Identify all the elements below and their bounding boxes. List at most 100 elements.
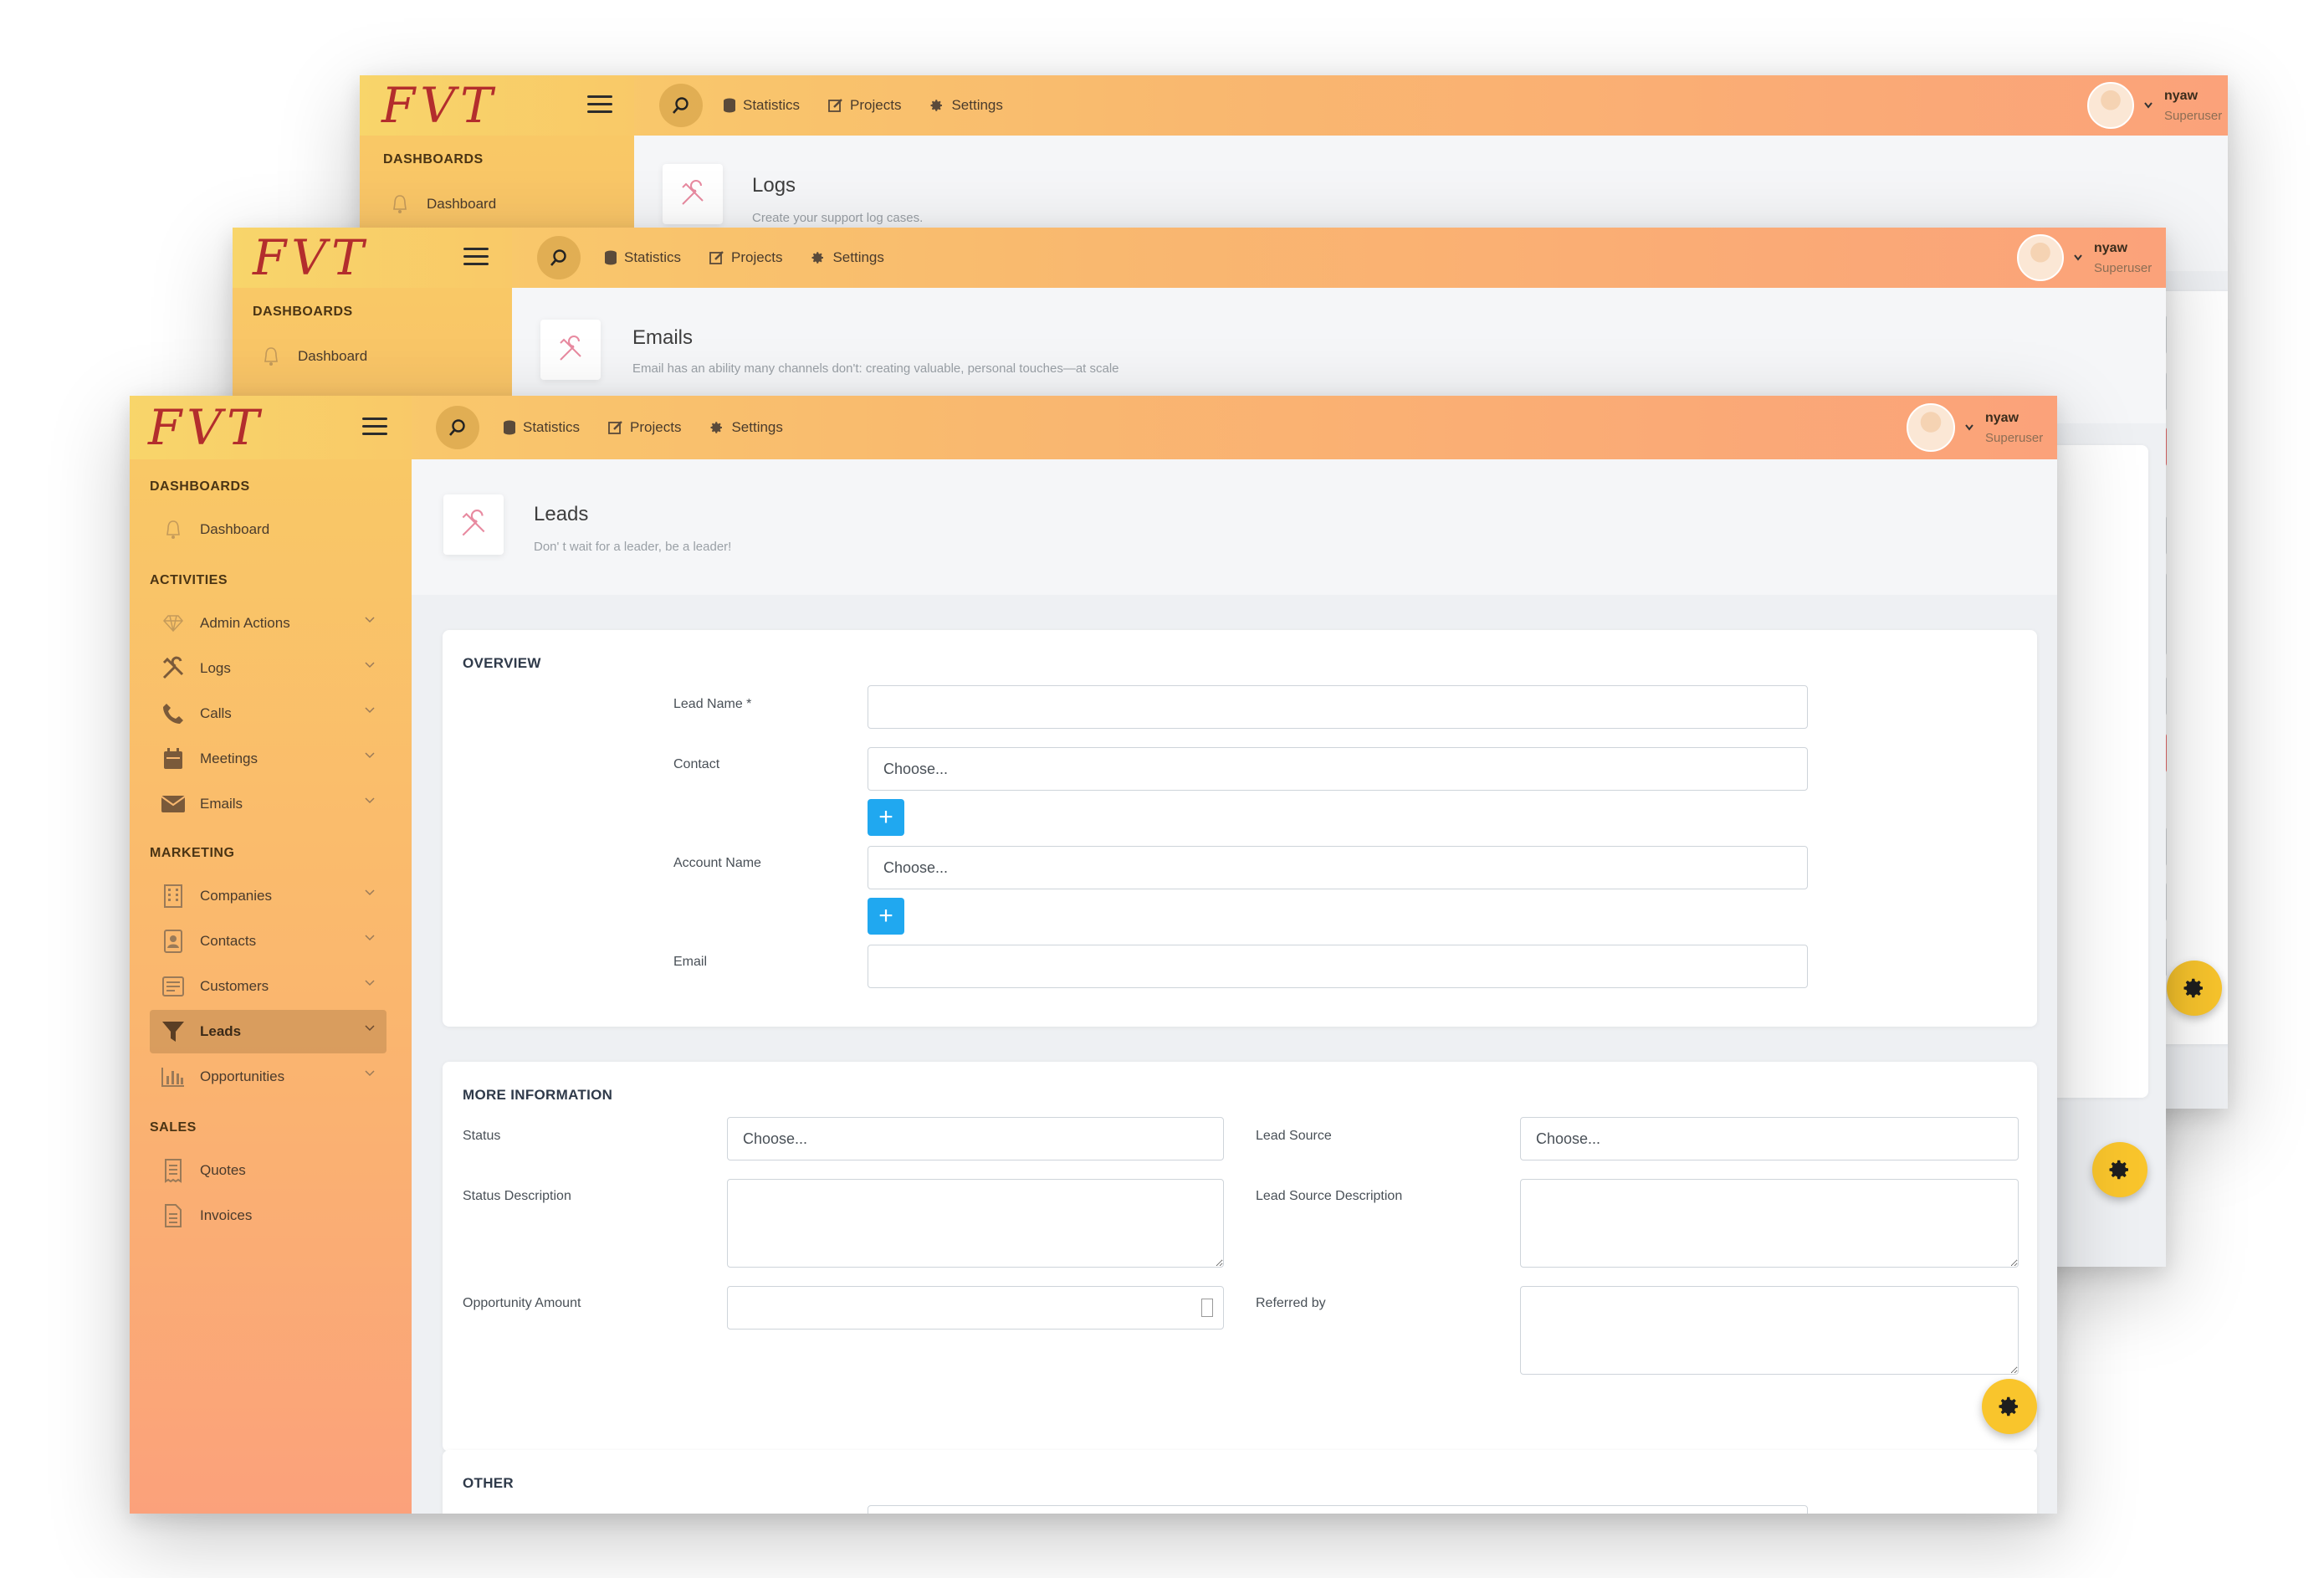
lead-name-input[interactable] xyxy=(868,685,1808,729)
nav-projects[interactable]: Projects xyxy=(709,249,782,266)
menu-toggle-icon[interactable] xyxy=(587,95,612,115)
page-title: Logs xyxy=(752,174,796,197)
status-description-textarea[interactable] xyxy=(727,1179,1224,1268)
add-contact-button[interactable]: + xyxy=(868,799,904,836)
sidebar-item-emails[interactable]: Emails xyxy=(150,782,386,826)
section-sales: SALES xyxy=(150,1120,197,1135)
user-role: Superuser xyxy=(2164,108,2223,123)
page-title: Leads xyxy=(534,503,589,525)
page-title: Emails xyxy=(632,326,694,349)
add-account-button[interactable]: + xyxy=(868,898,904,935)
user-role: Superuser xyxy=(1985,430,2044,445)
chevron-down-icon xyxy=(1965,424,1973,431)
account-name-select[interactable]: Choose... xyxy=(868,846,1808,889)
avatar[interactable] xyxy=(1907,403,1955,452)
page-subtitle: Email has an ability many channels don't… xyxy=(632,361,1119,376)
search-button[interactable] xyxy=(537,236,581,279)
funnel-icon xyxy=(160,1018,187,1045)
id-badge-icon xyxy=(160,973,187,1000)
database-icon xyxy=(504,420,515,435)
sidebar-item-logs[interactable]: Logs xyxy=(150,647,386,690)
sidebar-item-customers[interactable]: Customers xyxy=(150,965,386,1008)
menu-toggle-icon[interactable] xyxy=(463,248,489,268)
top-header: FVT Statistics Projects Settings nyaw Su… xyxy=(130,396,2057,459)
nav-statistics[interactable]: Statistics xyxy=(503,419,580,436)
section-marketing: MARKETING xyxy=(150,846,235,860)
other-card: OTHER xyxy=(443,1450,2037,1514)
search-icon xyxy=(673,97,688,114)
sidebar-item-companies[interactable]: Companies xyxy=(150,874,386,918)
contact-select[interactable]: Choose... xyxy=(868,747,1808,791)
user-name: nyaw xyxy=(2164,88,2199,103)
settings-fab[interactable] xyxy=(1982,1379,2037,1434)
top-header: FVT Statistics Projects Settings nyaw Su… xyxy=(233,228,2166,288)
nav-settings[interactable]: Settings xyxy=(929,97,1003,114)
calendar-icon xyxy=(160,745,187,772)
phone-icon xyxy=(160,700,187,727)
other-input[interactable] xyxy=(868,1505,1808,1514)
nav-projects[interactable]: Projects xyxy=(828,97,901,114)
sidebar-item-meetings[interactable]: Meetings xyxy=(150,737,386,781)
nav-statistics[interactable]: Statistics xyxy=(723,97,800,114)
nav-settings[interactable]: Settings xyxy=(811,249,884,266)
nav-settings[interactable]: Settings xyxy=(709,419,783,436)
avatar[interactable] xyxy=(2087,82,2134,129)
sidebar: DASHBOARDS Dashboard ACTIVITIES Admin Ac… xyxy=(130,459,412,1514)
lead-source-description-textarea[interactable] xyxy=(1520,1179,2019,1268)
envelope-icon xyxy=(160,791,187,817)
lead-source-description-label: Lead Source Description xyxy=(1256,1189,1403,1203)
lead-source-label: Lead Source xyxy=(1256,1129,1332,1143)
chevron-down-icon xyxy=(365,1025,375,1032)
sidebar-item-invoices[interactable]: Invoices xyxy=(150,1194,386,1237)
overview-card: OVERVIEW Lead Name * Contact Choose... +… xyxy=(443,630,2037,1027)
sidebar-item-leads[interactable]: Leads xyxy=(150,1010,386,1053)
nav-projects[interactable]: Projects xyxy=(608,419,681,436)
sidebar-item-admin-actions[interactable]: Admin Actions xyxy=(150,602,386,645)
chevron-down-icon xyxy=(2144,102,2153,109)
account-name-label: Account Name xyxy=(673,856,761,870)
search-button[interactable] xyxy=(436,406,479,449)
contact-label: Contact xyxy=(673,757,720,771)
chevron-down-icon xyxy=(365,662,375,669)
building-icon xyxy=(160,883,187,909)
sidebar-item-contacts[interactable]: Contacts xyxy=(150,920,386,963)
sidebar-item-dashboard[interactable]: Dashboard xyxy=(248,335,487,378)
sidebar-item-calls[interactable]: Calls xyxy=(150,692,386,735)
search-icon xyxy=(449,419,465,436)
section-activities: ACTIVITIES xyxy=(150,573,228,587)
sidebar-item-quotes[interactable]: Quotes xyxy=(150,1149,386,1192)
overview-title: OVERVIEW xyxy=(463,655,541,671)
number-spinner-icon[interactable] xyxy=(1201,1299,1213,1317)
search-button[interactable] xyxy=(659,84,703,127)
avatar[interactable] xyxy=(2017,234,2064,281)
page-title-bar: Leads Don' t wait for a leader, be a lea… xyxy=(412,459,2057,595)
opportunity-amount-input[interactable] xyxy=(727,1286,1224,1330)
logo-area: FVT xyxy=(130,396,412,459)
chevron-down-icon xyxy=(365,752,375,759)
other-title: OTHER xyxy=(463,1475,514,1491)
settings-fab[interactable] xyxy=(2092,1142,2147,1197)
top-header: FVT Statistics Projects Settings nyaw Su… xyxy=(360,75,2228,136)
tools-icon xyxy=(160,655,187,682)
section-dashboards: DASHBOARDS xyxy=(150,479,250,494)
nav-statistics[interactable]: Statistics xyxy=(604,249,681,266)
search-icon xyxy=(550,249,566,266)
user-menu[interactable]: nyaw Superuser xyxy=(2017,228,2154,288)
user-menu[interactable]: nyaw Superuser xyxy=(1907,396,2045,459)
referred-by-textarea[interactable] xyxy=(1520,1286,2019,1375)
section-dashboards: DASHBOARDS xyxy=(383,152,484,167)
status-description-label: Status Description xyxy=(463,1189,571,1203)
user-role: Superuser xyxy=(2094,260,2153,275)
chevron-down-icon xyxy=(365,935,375,941)
tools-icon xyxy=(540,320,601,380)
status-select[interactable]: Choose... xyxy=(727,1117,1224,1160)
email-label: Email xyxy=(673,955,708,969)
sidebar-item-dashboard[interactable]: Dashboard xyxy=(150,508,386,551)
sidebar-item-opportunities[interactable]: Opportunities xyxy=(150,1055,386,1099)
email-input[interactable] xyxy=(868,945,1808,988)
menu-toggle-icon[interactable] xyxy=(362,418,387,438)
settings-fab[interactable] xyxy=(2167,961,2222,1016)
user-menu[interactable]: nyaw Superuser xyxy=(2087,75,2228,136)
sidebar-item-dashboard[interactable]: Dashboard xyxy=(376,182,609,226)
lead-source-select[interactable]: Choose... xyxy=(1520,1117,2019,1160)
